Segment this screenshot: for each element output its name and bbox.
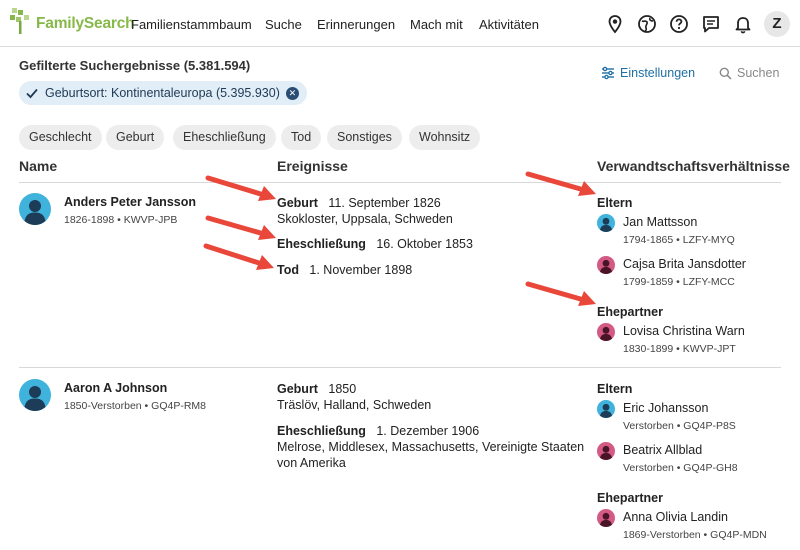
familysearch-logo[interactable]: FamilySearch (8, 6, 135, 40)
relative-lifespan-id: Verstorben • GQ4P-GH8 (623, 462, 738, 474)
column-header-relations: Verwandtschaftsverhältnisse (597, 158, 790, 174)
event-label: Eheschließung (277, 424, 366, 438)
relative-name-link[interactable]: Anna Olivia Landin (623, 510, 728, 524)
female-avatar-icon (597, 256, 615, 274)
annotation-arrow-icon (525, 281, 596, 306)
event-date: 1850 (328, 382, 357, 396)
male-avatar-icon (597, 400, 615, 418)
person-name-link[interactable]: Aaron A Johnson (64, 381, 167, 395)
header-divider (19, 182, 781, 183)
event-label: Tod (277, 263, 299, 277)
bell-icon[interactable] (732, 13, 754, 35)
event-date: 11. September 1826 (328, 196, 441, 210)
event-marriage: Eheschließung 1. Dezember 1906 (277, 424, 479, 438)
row-divider (19, 367, 781, 368)
nav-familienstammbaum[interactable]: Familienstammbaum (131, 17, 252, 32)
nav-erinnerungen[interactable]: Erinnerungen (317, 17, 395, 32)
help-icon[interactable] (668, 13, 690, 35)
person-lifespan-id: 1850-Verstorben • GQ4P-RM8 (64, 400, 206, 412)
relative-name-link[interactable]: Cajsa Brita Jansdotter (623, 257, 746, 271)
event-death: Tod 1. November 1898 (277, 263, 412, 277)
active-filter-chip[interactable]: Geburtsort: Kontinentaleuropa (5.395.930… (19, 81, 307, 105)
relative-lifespan-id: 1794-1865 • LZFY-MYQ (623, 234, 735, 246)
user-avatar[interactable]: Z (764, 11, 790, 37)
filter-geschlecht[interactable]: Geschlecht (19, 125, 102, 150)
event-place: Träslöv, Halland, Schweden (277, 398, 432, 412)
filter-geburt[interactable]: Geburt (106, 125, 165, 150)
relative-lifespan-id: Verstorben • GQ4P-P8S (623, 420, 736, 432)
event-birth: Geburt 1850 (277, 382, 356, 396)
filter-wohnsitz[interactable]: Wohnsitz (409, 125, 481, 150)
female-avatar-icon (597, 442, 615, 460)
male-avatar-icon (19, 379, 51, 411)
annotation-arrow-icon (205, 215, 276, 240)
relative-name-link[interactable]: Eric Johansson (623, 401, 708, 415)
filter-sonstiges[interactable]: Sonstiges (327, 125, 402, 150)
remove-filter-icon[interactable]: ✕ (285, 86, 299, 100)
brand-name: FamilySearch (36, 15, 135, 32)
relative-name-link[interactable]: Lovisa Christina Warn (623, 324, 745, 338)
search-label: Suchen (737, 66, 780, 80)
sliders-icon (602, 66, 614, 80)
nav-suche[interactable]: Suche (265, 17, 302, 32)
nav-aktivitaeten[interactable]: Aktivitäten (479, 17, 539, 32)
settings-button[interactable]: Einstellungen (601, 66, 695, 80)
filter-eheschliessung[interactable]: Eheschließung (173, 125, 276, 150)
parents-heading: Eltern (597, 382, 633, 396)
family-tree-logo-icon (10, 8, 29, 34)
relative-name-link[interactable]: Jan Mattsson (623, 215, 697, 229)
column-header-name: Name (19, 158, 58, 174)
female-avatar-icon (597, 509, 615, 527)
search-icon (719, 67, 732, 80)
event-label: Geburt (277, 196, 318, 210)
search-button[interactable]: Suchen (719, 66, 779, 80)
annotation-arrow-icon (203, 243, 274, 270)
person-lifespan-id: 1826-1898 • KWVP-JPB (64, 214, 178, 226)
globe-icon[interactable] (636, 13, 658, 35)
event-place: Melrose, Middlesex, Massachusetts, Verei… (277, 440, 585, 454)
column-header-events: Ereignisse (277, 158, 348, 174)
filter-chip-label: Geburtsort: Kontinentaleuropa (5.395.930… (45, 86, 280, 100)
male-avatar-icon (597, 214, 615, 232)
checkmark-icon (26, 88, 38, 99)
nav-mach-mit[interactable]: Mach mit (410, 17, 463, 32)
results-title: Gefilterte Suchergebnisse (5.381.594) (19, 58, 251, 73)
female-avatar-icon (597, 323, 615, 341)
filter-tod[interactable]: Tod (281, 125, 322, 150)
event-birth: Geburt 11. September 1826 (277, 196, 441, 210)
parents-heading: Eltern (597, 196, 633, 210)
event-marriage: Eheschließung 16. Oktober 1853 (277, 237, 473, 251)
spouse-heading: Ehepartner (597, 491, 663, 505)
event-label: Geburt (277, 382, 318, 396)
event-place-continued: von Amerika (277, 456, 346, 470)
relative-name-link[interactable]: Beatrix Allblad (623, 443, 702, 457)
location-pin-icon[interactable] (604, 13, 626, 35)
event-place: Skokloster, Uppsala, Schweden (277, 212, 453, 226)
event-date: 1. November 1898 (309, 263, 413, 277)
annotation-arrow-icon (525, 171, 596, 196)
settings-label: Einstellungen (620, 66, 696, 80)
message-icon[interactable] (700, 13, 722, 35)
top-navigation-bar: FamilySearch Familienstammbaum Suche Eri… (0, 0, 800, 47)
spouse-heading: Ehepartner (597, 305, 663, 319)
relative-lifespan-id: 1869-Verstorben • GQ4P-MDN (623, 529, 767, 541)
event-date: 1. Dezember 1906 (376, 424, 480, 438)
event-date: 16. Oktober 1853 (376, 237, 473, 251)
male-avatar-icon (19, 193, 51, 225)
relative-lifespan-id: 1830-1899 • KWVP-JPT (623, 343, 736, 355)
person-name-link[interactable]: Anders Peter Jansson (64, 195, 196, 209)
annotation-arrow-icon (205, 175, 276, 201)
relative-lifespan-id: 1799-1859 • LZFY-MCC (623, 276, 735, 288)
event-label: Eheschließung (277, 237, 366, 251)
